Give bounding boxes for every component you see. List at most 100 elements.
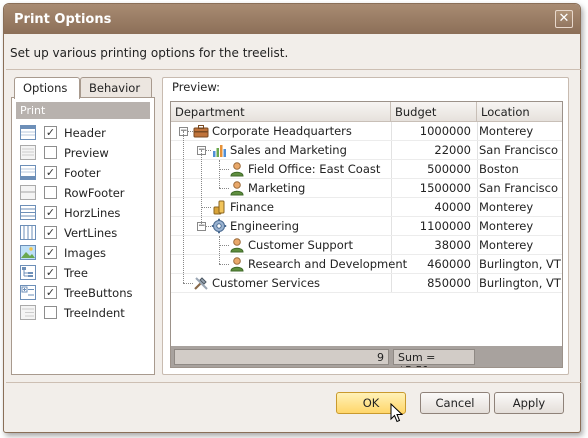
tree-connector — [183, 283, 193, 284]
cell-budget: 1500000 — [419, 181, 471, 195]
tree-row[interactable]: Field Office: East Coast 500000 Boston — [171, 160, 562, 179]
option-header[interactable]: ✓ Header — [20, 124, 150, 142]
cell-budget: 40000 — [434, 200, 471, 214]
option-horzlines[interactable]: ✓ HorzLines — [20, 204, 150, 222]
cell-department: Research and Development — [248, 257, 408, 271]
cell-budget: 460000 — [427, 257, 471, 271]
user-icon — [229, 161, 245, 177]
tree-buttons-icon — [20, 285, 36, 300]
tree-connector — [219, 245, 229, 246]
checkbox[interactable]: ✓ — [44, 226, 57, 239]
option-images[interactable]: ✓ Images — [20, 244, 150, 262]
checkbox[interactable]: ✓ — [44, 286, 57, 299]
tab-options[interactable]: Options — [14, 77, 80, 99]
tree-row[interactable]: Research and Development 460000 Burlington… — [171, 255, 562, 274]
apply-button[interactable]: Apply — [494, 392, 564, 414]
tree-connector — [183, 131, 184, 283]
options-tab-panel: Print ✓ Header Preview ✓ Footer RowFooter ✓ Hor… — [11, 97, 155, 375]
cell-budget: 500000 — [427, 162, 471, 176]
treelist-footer: 9 Sum = $5,51... — [171, 346, 562, 367]
column-header-department[interactable]: Department — [171, 102, 391, 122]
tree-row[interactable]: − Engineering 1100000 Monterey — [171, 217, 562, 236]
option-treeindent[interactable]: TreeIndent — [20, 304, 150, 322]
dialog-description: Set up various printing options for the … — [10, 46, 289, 60]
row-footer-icon — [20, 185, 36, 200]
cell-department: Engineering — [230, 219, 299, 233]
cell-location: Boston — [479, 162, 519, 176]
option-footer[interactable]: ✓ Footer — [20, 164, 150, 182]
preview-icon — [20, 145, 36, 160]
cell-department: Sales and Marketing — [230, 143, 347, 157]
cell-location: San Francisco — [479, 181, 559, 195]
cell-department: Customer Services — [212, 276, 321, 290]
cell-budget: 1000000 — [419, 124, 471, 138]
tree-connector — [219, 264, 229, 265]
user-icon — [229, 237, 245, 253]
cell-department: Finance — [230, 200, 274, 214]
cancel-button[interactable]: Cancel — [420, 392, 490, 414]
option-label: VertLines — [64, 226, 118, 240]
cell-location: Monterey — [479, 124, 534, 138]
checkbox[interactable]: ✓ — [44, 126, 57, 139]
option-label: TreeIndent — [64, 306, 125, 320]
option-preview[interactable]: Preview — [20, 144, 150, 162]
tree-row[interactable]: − Sales and Marketing 22000 San Francisco — [171, 141, 562, 160]
tree-connector — [219, 169, 229, 170]
option-rowfooter[interactable]: RowFooter — [20, 184, 150, 202]
option-treebuttons[interactable]: ✓ TreeButtons — [20, 284, 150, 302]
images-icon — [20, 245, 36, 260]
cell-budget: 22000 — [434, 143, 471, 157]
footer-icon — [20, 165, 36, 180]
option-label: RowFooter — [64, 186, 125, 200]
horz-lines-icon — [20, 205, 36, 220]
cell-location: Burlington, VT — [479, 257, 561, 271]
user-icon — [229, 180, 245, 196]
tree-indent-icon — [20, 305, 36, 320]
option-tree[interactable]: ✓ Tree — [20, 264, 150, 282]
option-label: HorzLines — [64, 206, 121, 220]
window-title: Print Options — [14, 12, 112, 27]
title-bar[interactable]: Print Options ✕ — [4, 4, 580, 34]
column-header-location[interactable]: Location — [477, 102, 562, 122]
option-vertlines[interactable]: ✓ VertLines — [20, 224, 150, 242]
chart-icon — [211, 142, 227, 158]
tree-row[interactable]: Customer Support 38000 Monterey — [171, 236, 562, 255]
cell-department: Field Office: East Coast — [248, 162, 381, 176]
tree-connector — [219, 160, 220, 188]
divider — [6, 382, 582, 383]
checkbox[interactable]: ✓ — [44, 206, 57, 219]
tree-connector — [201, 207, 211, 208]
checkbox[interactable]: ✓ — [44, 166, 57, 179]
divider — [6, 69, 582, 70]
option-label: Footer — [64, 166, 101, 180]
tree-row[interactable]: Customer Services 850000 Burlington, VT — [171, 274, 562, 293]
treelist-preview[interactable]: Department Budget Location − Corporate He… — [170, 101, 563, 368]
cell-budget: 850000 — [427, 276, 471, 290]
tree-connector — [219, 188, 229, 189]
header-icon — [20, 125, 36, 140]
checkbox[interactable]: ✓ — [44, 266, 57, 279]
preview-label: Preview: — [172, 80, 221, 94]
cell-location: San Francisco — [479, 143, 559, 157]
tree-row[interactable]: Marketing 1500000 San Francisco — [171, 179, 562, 198]
tree-row[interactable]: Finance 40000 Monterey — [171, 198, 562, 217]
cell-location: Monterey — [479, 219, 534, 233]
user-icon — [229, 256, 245, 272]
gear-icon — [211, 218, 227, 234]
tab-behavior[interactable]: Behavior — [80, 77, 152, 98]
print-group-header: Print — [16, 102, 150, 119]
checkbox[interactable] — [44, 146, 57, 159]
column-header-budget[interactable]: Budget — [391, 102, 477, 122]
cell-location: Monterey — [479, 200, 534, 214]
cell-department: Marketing — [248, 181, 306, 195]
close-button[interactable]: ✕ — [555, 10, 573, 28]
tree-connector — [201, 150, 202, 226]
checkbox[interactable] — [44, 186, 57, 199]
tree-row[interactable]: − Corporate Headquarters 1000000 Monterey — [171, 122, 562, 141]
cell-location: Burlington, VT — [479, 276, 561, 290]
checkbox[interactable] — [44, 306, 57, 319]
option-label: Header — [64, 126, 106, 140]
checkbox[interactable]: ✓ — [44, 246, 57, 259]
option-label: Tree — [64, 266, 88, 280]
footer-count: 9 — [174, 349, 389, 365]
